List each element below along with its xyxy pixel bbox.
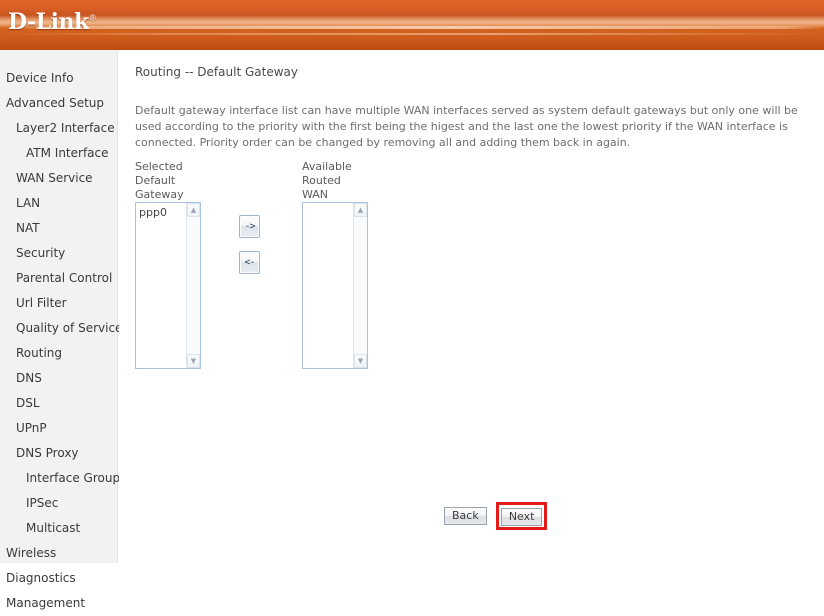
sidebar-item-multicast[interactable]: Multicast (0, 516, 117, 541)
page-title: Routing -- Default Gateway (135, 65, 298, 79)
sidebar-item-parental-control[interactable]: Parental Control (0, 266, 117, 291)
listbox-right-scroll-track[interactable] (354, 217, 367, 354)
header-shine-band-secondary (0, 33, 824, 35)
dlink-logo[interactable]: D-Link® (8, 9, 97, 35)
scroll-down-icon[interactable]: ▼ (354, 354, 367, 368)
sidebar-item-routing[interactable]: Routing (0, 341, 117, 366)
sidebar-item-advanced-setup[interactable]: Advanced Setup (0, 91, 117, 116)
move-left-button[interactable]: <- (239, 251, 260, 274)
available-routed-wan-interfaces-listbox[interactable]: ▲ ▼ (302, 202, 368, 369)
sidebar-item-device-info[interactable]: Device Info (0, 66, 117, 91)
sidebar-item-atm-interface[interactable]: ATM Interface (0, 141, 117, 166)
sidebar-item-management[interactable]: Management (0, 591, 117, 616)
back-button[interactable]: Back (444, 506, 487, 525)
scroll-down-icon[interactable]: ▼ (187, 354, 200, 368)
sidebar-item-diagnostics[interactable]: Diagnostics (0, 566, 117, 591)
scroll-up-icon[interactable]: ▲ (187, 203, 200, 217)
dlink-logo-trademark: ® (88, 13, 97, 23)
sidebar-item-url-filter[interactable]: Url Filter (0, 291, 117, 316)
sidebar-item-wireless[interactable]: Wireless (0, 541, 117, 566)
sidebar-item-dns[interactable]: DNS (0, 366, 117, 391)
next-button[interactable]: Next (500, 507, 543, 526)
main-content: Routing -- Default Gateway Default gatew… (119, 50, 824, 563)
dlink-logo-text: D-Link (8, 9, 89, 35)
sidebar-item-quality-of-service[interactable]: Quality of Service (0, 316, 122, 341)
sidebar-item-layer2-interface[interactable]: Layer2 Interface (0, 116, 117, 141)
selected-gateway-interfaces-listbox[interactable]: ppp0 ▲ ▼ (135, 202, 201, 369)
sidebar-item-interface-grouping[interactable]: Interface Grouping (0, 466, 139, 491)
sidebar-item-wan-service[interactable]: WAN Service (0, 166, 117, 191)
next-button-highlight: Next (495, 502, 548, 530)
sidebar-item-ipsec[interactable]: IPSec (0, 491, 117, 516)
sidebar-item-dns-proxy[interactable]: DNS Proxy (0, 441, 117, 466)
header-shine-band (0, 26, 824, 29)
page-description: Default gateway interface list can have … (135, 104, 798, 149)
listbox-left-scroll-track[interactable] (187, 217, 200, 354)
sidebar-item-upnp[interactable]: UPnP (0, 416, 117, 441)
sidebar-item-lan[interactable]: LAN (0, 191, 117, 216)
listbox-right-scrollbar[interactable]: ▲ ▼ (353, 203, 367, 368)
sidebar-item-security[interactable]: Security (0, 241, 117, 266)
page-header: D-Link® (0, 0, 824, 50)
sidebar-nav: Device Info Advanced Setup Layer2 Interfac… (0, 50, 139, 610)
transfer-buttons: -> <- (239, 215, 260, 287)
move-right-button[interactable]: -> (239, 215, 260, 238)
sidebar-item-dsl[interactable]: DSL (0, 391, 117, 416)
sidebar-item-nat[interactable]: NAT (0, 216, 117, 241)
listbox-left-scrollbar[interactable]: ▲ ▼ (186, 203, 200, 368)
form-footer-buttons: Back Next (444, 502, 548, 530)
scroll-up-icon[interactable]: ▲ (354, 203, 367, 217)
